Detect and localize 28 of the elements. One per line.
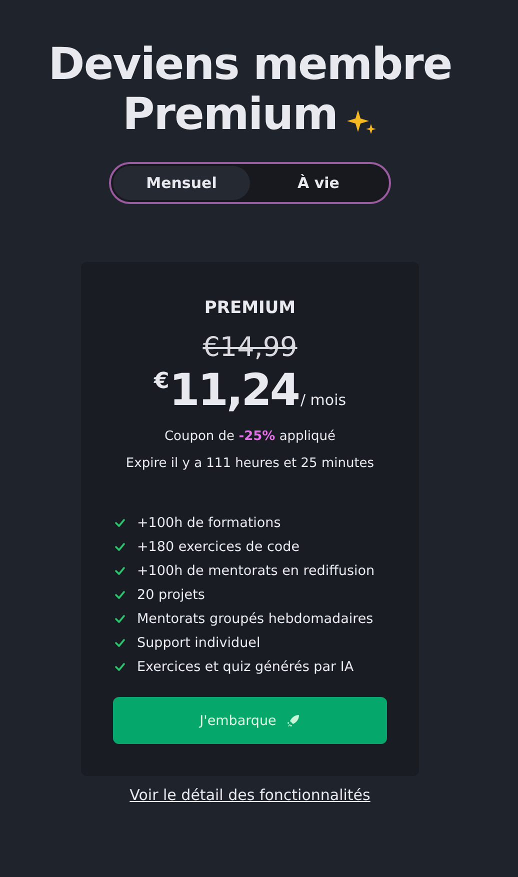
check-icon (115, 591, 125, 599)
check-icon (115, 639, 125, 647)
features-detail-link[interactable]: Voir le détail des fonctionnalités (130, 786, 370, 804)
price-period: / mois (300, 391, 346, 409)
old-price: €14,99 (202, 332, 298, 363)
feature-text: +100h de mentorats en rediffusion (137, 563, 375, 579)
coupon-text: Coupon de -25% appliqué (164, 429, 336, 444)
feature-text: Support individuel (137, 635, 260, 651)
feature-text: Mentorats groupés hebdomadaires (137, 611, 374, 627)
feature-text: +100h de formations (137, 515, 281, 531)
check-icon (115, 519, 125, 527)
feature-text: +180 exercices de code (137, 539, 300, 555)
page-title: Deviens membre (48, 40, 452, 90)
feature-text: Exercices et quiz générés par IA (137, 659, 354, 675)
check-icon (115, 615, 125, 623)
check-icon (115, 543, 125, 551)
feature-text: 20 projets (137, 587, 205, 603)
price-amount: 11,24 (169, 365, 298, 417)
check-icon (115, 663, 125, 671)
check-icon (115, 567, 125, 575)
billing-tab[interactable]: Mensuel (113, 166, 250, 200)
plan-name: PREMIUM (204, 298, 296, 318)
rocket-icon (286, 714, 300, 728)
expiry-text: Expire il y a 111 heures et 25 minutes (126, 456, 374, 471)
page-title: Premium (122, 90, 338, 140)
sparkles-icon (347, 109, 378, 135)
currency-symbol: € (154, 369, 170, 394)
billing-tab[interactable]: À vie (250, 166, 387, 200)
